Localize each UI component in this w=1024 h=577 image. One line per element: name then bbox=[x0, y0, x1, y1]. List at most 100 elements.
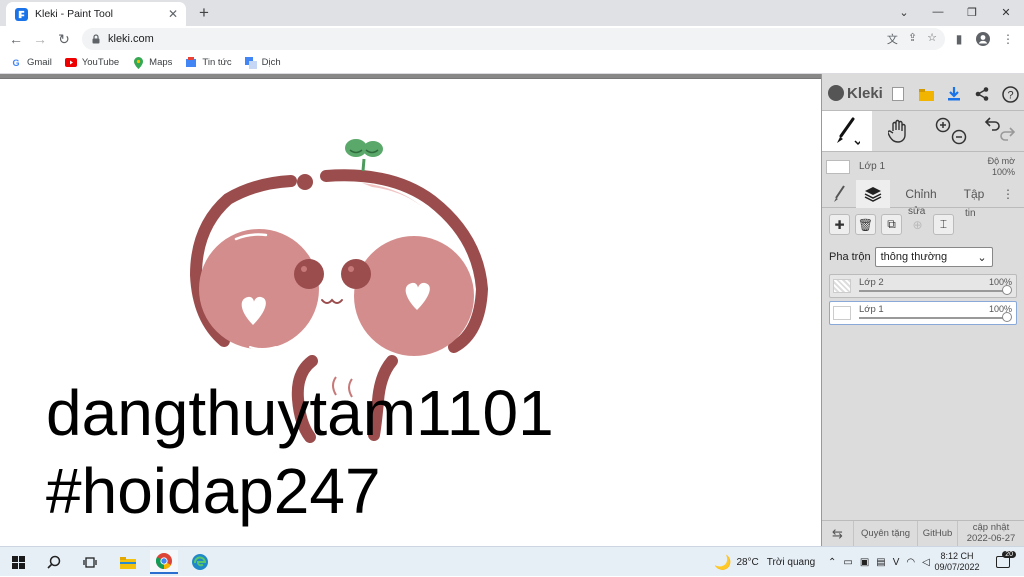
side-panel-icon[interactable]: ▮ bbox=[949, 29, 969, 49]
restore-button[interactable]: ❐ bbox=[955, 0, 989, 24]
bookmark-news[interactable]: Tin tức bbox=[185, 57, 232, 69]
open-folder-icon[interactable] bbox=[916, 84, 936, 104]
browser-tab[interactable]: Kleki - Paint Tool ✕ bbox=[6, 2, 186, 26]
translate-page-icon[interactable]: 文 bbox=[887, 31, 898, 47]
bookmark-translate[interactable]: Dịch bbox=[244, 56, 281, 69]
blend-mode-row: Pha trộn thông thường ⌄ bbox=[829, 247, 993, 267]
clock-date: 09/07/2022 bbox=[934, 562, 980, 572]
edit-label: sửa bbox=[908, 206, 926, 217]
tab-file[interactable]: Tập bbox=[952, 180, 996, 208]
duplicate-layer-button[interactable]: ⧉ bbox=[881, 214, 902, 235]
tab-layers[interactable] bbox=[856, 179, 890, 208]
new-file-icon[interactable] bbox=[888, 84, 908, 104]
current-layer-name: Lớp 1 bbox=[859, 161, 886, 172]
system-tray-icons: ⌃ ▭ ▣ ▤ V ◠ ◁ bbox=[828, 547, 930, 577]
slider-knob[interactable] bbox=[1002, 312, 1012, 322]
reload-button[interactable]: ↻ bbox=[54, 29, 74, 49]
chevron-down-icon: ⌄ bbox=[977, 251, 987, 264]
url-text: kleki.com bbox=[108, 33, 154, 45]
bookmark-youtube[interactable]: YouTube bbox=[64, 57, 119, 69]
kleki-logo[interactable]: Kleki bbox=[828, 85, 883, 102]
kleki-logo-icon bbox=[828, 85, 844, 101]
brush-tool[interactable] bbox=[822, 111, 872, 151]
browser-toolbar: ← → ↻ kleki.com 文 ⇪ ☆ ▮ ⋮ bbox=[0, 26, 1024, 52]
windows-logo-icon bbox=[11, 555, 25, 569]
tab-brush[interactable] bbox=[822, 180, 856, 208]
layers-icon bbox=[864, 186, 882, 202]
share-icon[interactable] bbox=[972, 84, 992, 104]
hand-icon bbox=[888, 119, 906, 143]
google-icon: G bbox=[12, 57, 20, 68]
search-button[interactable] bbox=[40, 550, 68, 574]
share-icon[interactable]: ⇪ bbox=[908, 31, 917, 47]
windows-taskbar: 🌙 28°C Trời quang ⌃ ▭ ▣ ▤ V ◠ ◁ 8:12 CH … bbox=[0, 546, 1024, 576]
undo-redo-tool[interactable] bbox=[975, 111, 1024, 151]
kleki-favicon-icon bbox=[15, 7, 28, 21]
battery-icon[interactable]: ▭ bbox=[843, 557, 852, 568]
panel-footer: ⇆ Quyên tặng GitHub cập nhật 2022-06-27 bbox=[822, 520, 1024, 547]
swap-sides-icon[interactable]: ⇆ bbox=[822, 520, 854, 547]
undo-redo-icon bbox=[984, 117, 1016, 141]
brush-icon bbox=[837, 117, 860, 146]
menu-kebab-icon[interactable]: ⋮ bbox=[998, 29, 1018, 49]
bookmark-gmail[interactable]: G Gmail bbox=[10, 57, 51, 69]
zoom-tool[interactable] bbox=[926, 111, 976, 151]
close-window-button[interactable]: ✕ bbox=[989, 0, 1023, 24]
delete-layer-button[interactable]: 🗑 bbox=[855, 214, 876, 235]
layer-opacity-slider[interactable] bbox=[859, 290, 1010, 292]
notification-center[interactable]: 20 bbox=[990, 547, 1016, 577]
minimize-button[interactable]: — bbox=[921, 0, 955, 24]
slider-knob[interactable] bbox=[1002, 285, 1012, 295]
layer-buttons: ✚ 🗑 ⧉ sửa ⊕ ⌶ tin bbox=[829, 206, 976, 235]
add-layer-button[interactable]: ✚ bbox=[829, 214, 850, 235]
layer-item-selected[interactable]: Lớp 1 100% bbox=[829, 301, 1017, 325]
layer-item[interactable]: Lớp 2 100% bbox=[829, 274, 1017, 298]
hand-tool[interactable] bbox=[874, 111, 924, 151]
task-view-icon bbox=[83, 556, 97, 568]
donate-link[interactable]: Quyên tặng bbox=[854, 520, 918, 547]
profile-avatar[interactable] bbox=[973, 29, 993, 49]
address-bar[interactable]: kleki.com 文 ⇪ ☆ bbox=[82, 28, 945, 50]
meet-icon[interactable]: ▣ bbox=[860, 557, 869, 568]
blend-mode-select[interactable]: thông thường ⌄ bbox=[874, 247, 993, 267]
maps-icon bbox=[132, 56, 144, 69]
wifi-icon[interactable]: ◠ bbox=[906, 557, 915, 568]
kleki-header: Kleki ? bbox=[822, 78, 1024, 108]
download-icon[interactable] bbox=[944, 84, 964, 104]
github-link[interactable]: GitHub bbox=[918, 520, 958, 547]
help-icon[interactable]: ? bbox=[1000, 84, 1020, 104]
volume-icon[interactable]: ◁ bbox=[922, 557, 930, 568]
layer-opacity-slider[interactable] bbox=[859, 317, 1010, 319]
forward-button[interactable]: → bbox=[30, 29, 50, 49]
start-button[interactable] bbox=[4, 550, 32, 574]
layer-thumbnail bbox=[833, 306, 851, 320]
vpn-icon[interactable]: ▤ bbox=[876, 557, 885, 568]
search-icon bbox=[47, 555, 61, 569]
chevron-up-icon[interactable]: ⌃ bbox=[828, 557, 836, 568]
bookmark-star-icon[interactable]: ☆ bbox=[927, 31, 937, 47]
clock[interactable]: 8:12 CH 09/07/2022 bbox=[932, 547, 982, 577]
youtube-icon bbox=[64, 57, 77, 69]
duplicate-icon: ⧉ bbox=[887, 217, 896, 231]
bookmark-maps[interactable]: Maps bbox=[132, 56, 172, 69]
tab-search-icon[interactable]: ⌄ bbox=[887, 0, 921, 24]
close-tab-icon[interactable]: ✕ bbox=[166, 7, 180, 21]
back-button[interactable]: ← bbox=[6, 29, 26, 49]
merge-icon: ⊕ bbox=[912, 217, 923, 232]
drawing-canvas[interactable]: dangthuytam1101 #hoidap247 bbox=[0, 78, 821, 546]
more-menu-icon[interactable]: ⋮ bbox=[996, 180, 1020, 208]
task-view-button[interactable] bbox=[76, 550, 104, 574]
tab-adjust[interactable]: Chỉnh bbox=[890, 180, 952, 208]
language-icon[interactable]: V bbox=[893, 557, 900, 568]
canvas-text-line1: dangthuytam1101 bbox=[46, 377, 554, 449]
clock-time: 8:12 CH bbox=[940, 550, 974, 561]
kleki-logo-text: Kleki bbox=[847, 84, 883, 102]
rename-layer-button[interactable]: ⌶ bbox=[933, 214, 954, 235]
weather-widget[interactable]: 🌙 28°C Trời quang bbox=[714, 547, 815, 577]
merge-layer-button[interactable]: sửa ⊕ bbox=[907, 206, 928, 235]
chrome-taskbar-button[interactable] bbox=[150, 550, 178, 574]
edge-taskbar-button[interactable] bbox=[186, 550, 214, 574]
file-explorer-button[interactable] bbox=[114, 550, 142, 574]
changelog-link[interactable]: cập nhật 2022-06-27 bbox=[958, 521, 1024, 547]
new-tab-button[interactable]: + bbox=[195, 3, 213, 23]
